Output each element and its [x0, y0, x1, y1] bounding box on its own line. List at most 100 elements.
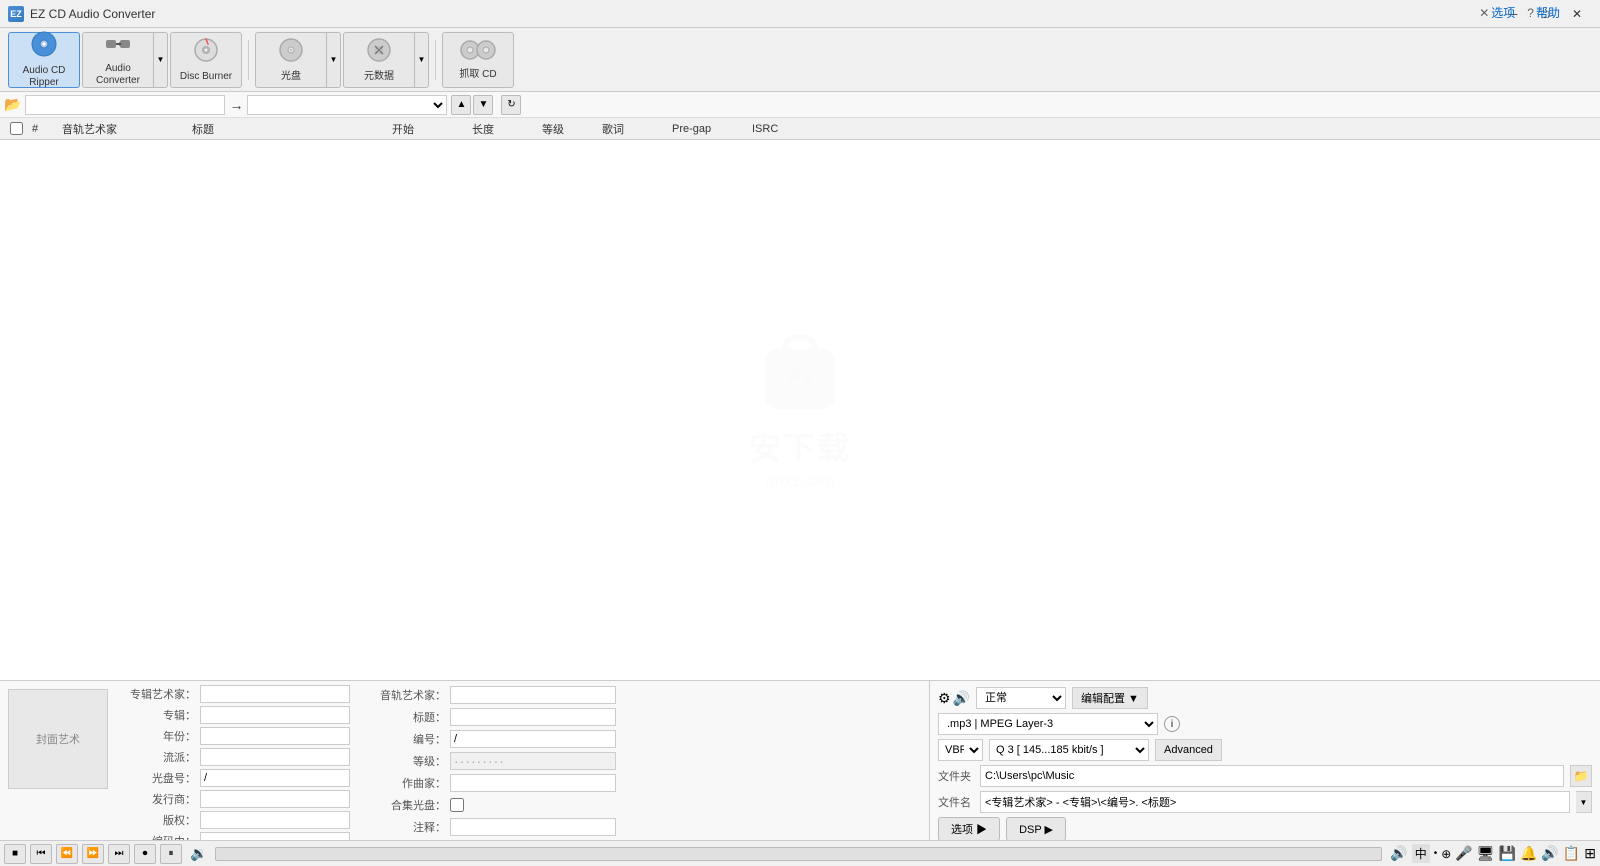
select-all-checkbox[interactable] — [10, 122, 23, 135]
genre-input[interactable] — [200, 748, 350, 766]
composer-track-input[interactable] — [450, 774, 616, 792]
track-artist-input[interactable] — [450, 686, 616, 704]
copyright-input[interactable] — [200, 811, 350, 829]
disc-burner-icon — [192, 36, 220, 68]
yuandisc-icon — [365, 36, 393, 68]
address-input[interactable] — [25, 95, 225, 115]
tray-mic-icon: 🎤 — [1455, 845, 1472, 862]
advanced-button[interactable]: Advanced — [1155, 739, 1222, 761]
comment-input[interactable] — [450, 818, 616, 836]
folder-input[interactable] — [980, 765, 1564, 787]
discnum-label: 光盘号： — [116, 770, 196, 786]
next-button[interactable]: ⏩ — [82, 844, 104, 864]
tray-volume-icon: 🔊 — [1541, 845, 1558, 862]
track-title-input[interactable] — [450, 708, 616, 726]
filename-row: 文件名 ▼ — [938, 791, 1592, 813]
tray-monitor-icon: 🖥 — [1477, 845, 1495, 862]
audio-cd-ripper-label: Audio CD Ripper — [13, 65, 75, 89]
copyright-label: 版权： — [116, 812, 196, 828]
close-button[interactable]: ✕ — [1562, 4, 1592, 24]
meta-row-publisher: 发行商： — [116, 790, 350, 808]
app-icon: EZ — [8, 6, 24, 22]
volume-icon: 🔉 — [190, 845, 207, 862]
col-title-header: 标题 — [188, 121, 388, 137]
yuandisc-label: 元数据 — [364, 71, 394, 83]
filename-dropdown-button[interactable]: ▼ — [1576, 791, 1592, 813]
album-input[interactable] — [200, 706, 350, 724]
nav-up-button[interactable]: ▲ — [451, 95, 471, 115]
format-select[interactable]: .mp3 | MPEG Layer-3 — [938, 713, 1158, 735]
meta-row-track-title: 标题： — [366, 707, 616, 726]
tray-save-icon: 💾 — [1499, 845, 1516, 862]
meta-row-discnum: 光盘号： — [116, 769, 350, 787]
quality-row: VBR Q 3 [ 145...185 kbit/s ] Advanced — [938, 739, 1592, 761]
toolbar: Audio CD Ripper Audio Converter ▼ — [0, 28, 1600, 92]
tray-plus-icon: ⊕ — [1441, 847, 1451, 861]
pause-button[interactable]: ⏸ — [160, 844, 182, 864]
col-pregap-header: Pre-gap — [668, 123, 748, 135]
seek-bar[interactable] — [215, 847, 1382, 861]
disc-burner-button[interactable]: Disc Burner — [170, 32, 242, 88]
album-artist-input[interactable] — [200, 685, 350, 703]
dsp-btn[interactable]: DSP ▶ — [1006, 817, 1066, 841]
track-num-input[interactable] — [450, 730, 616, 748]
format-panel: ⚙ 🔊 正常 编辑配置 ▼ .mp3 | MPEG Layer-3 i VBR … — [930, 681, 1600, 840]
address-dropdown[interactable] — [247, 95, 447, 115]
toolbar-separator-1 — [248, 40, 249, 80]
vbr-select[interactable]: VBR — [938, 739, 983, 761]
format-info-icon[interactable]: i — [1164, 716, 1180, 732]
filename-input[interactable] — [980, 791, 1570, 813]
genre-label: 流派： — [116, 749, 196, 765]
yuandisc-button[interactable]: 元数据 — [343, 32, 415, 88]
composer-label: 编码由： — [116, 833, 196, 840]
tray-chinese-icon: 中 — [1412, 844, 1430, 863]
options-btn[interactable]: 选项 ▶ — [938, 817, 1000, 841]
options-menu[interactable]: ✕ 选项 — [1479, 4, 1515, 21]
toolbar-separator-2 — [435, 40, 436, 80]
ripcd-icon — [460, 38, 496, 66]
audio-converter-arrow[interactable]: ▼ — [154, 32, 168, 88]
publisher-input[interactable] — [200, 790, 350, 808]
audio-cd-ripper-button[interactable]: Audio CD Ripper — [8, 32, 80, 88]
guangpan-icon — [277, 36, 305, 68]
prev-button[interactable]: ⏪ — [56, 844, 78, 864]
ripcd-label: 抓取 CD — [459, 69, 496, 81]
next-track-button[interactable]: ⏭ — [108, 844, 130, 864]
col-artist-header: 音轨艺术家 — [58, 121, 188, 137]
address-folder-icon[interactable]: 📂 — [4, 96, 21, 113]
guangpan-group: 光盘 ▼ — [255, 32, 341, 88]
format-select-row: .mp3 | MPEG Layer-3 i — [938, 713, 1592, 735]
ripcd-button[interactable]: 抓取 CD — [442, 32, 514, 88]
help-menu[interactable]: ? 帮助 — [1527, 4, 1560, 21]
stop-button[interactable]: ■ — [4, 844, 26, 864]
record-button[interactable]: ⏺ — [134, 844, 156, 864]
watermark: 安下载 anxz.com — [749, 329, 851, 491]
browse-folder-button[interactable]: 📁 — [1570, 765, 1592, 787]
compilation-checkbox[interactable] — [450, 798, 464, 812]
audio-converter-icon — [104, 32, 132, 60]
quality-select[interactable]: Q 3 [ 145...185 kbit/s ] — [989, 739, 1149, 761]
year-label: 年份： — [116, 728, 196, 744]
guangpan-arrow[interactable]: ▼ — [327, 32, 341, 88]
mode-select[interactable]: 正常 — [976, 687, 1066, 709]
discnum-input[interactable] — [200, 769, 350, 787]
guangpan-button[interactable]: 光盘 — [255, 32, 327, 88]
year-input[interactable] — [200, 727, 350, 745]
folder-row: 文件夹 📁 — [938, 765, 1592, 787]
meta-row-track-artist: 音轨艺术家： — [366, 685, 616, 704]
meta-row-compilation: 合集光盘： — [366, 795, 616, 814]
composer-input[interactable] — [200, 832, 350, 840]
tray-bell-icon: 🔔 — [1520, 845, 1537, 862]
meta-row-composer: 编码由： — [116, 832, 350, 840]
prev-track-button[interactable]: ⏮ — [30, 844, 52, 864]
nav-down-button[interactable]: ▼ — [473, 95, 493, 115]
address-bar: 📂 → ▲ ▼ ↻ — [0, 92, 1600, 118]
config-button[interactable]: 编辑配置 ▼ — [1072, 687, 1148, 709]
yuandisc-arrow[interactable]: ▼ — [415, 32, 429, 88]
audio-converter-group: Audio Converter ▼ — [82, 32, 168, 88]
title-bar: EZ EZ CD Audio Converter ─ □ ✕ — [0, 0, 1600, 28]
col-length-header: 长度 — [468, 121, 538, 137]
transport-bar: ■ ⏮ ⏪ ⏩ ⏭ ⏺ ⏸ 🔉 🔊 中 • ⊕ 🎤 🖥 💾 🔔 🔊 📋 ⊞ — [0, 840, 1600, 866]
audio-converter-button[interactable]: Audio Converter — [82, 32, 154, 88]
nav-refresh-button[interactable]: ↻ — [501, 95, 521, 115]
